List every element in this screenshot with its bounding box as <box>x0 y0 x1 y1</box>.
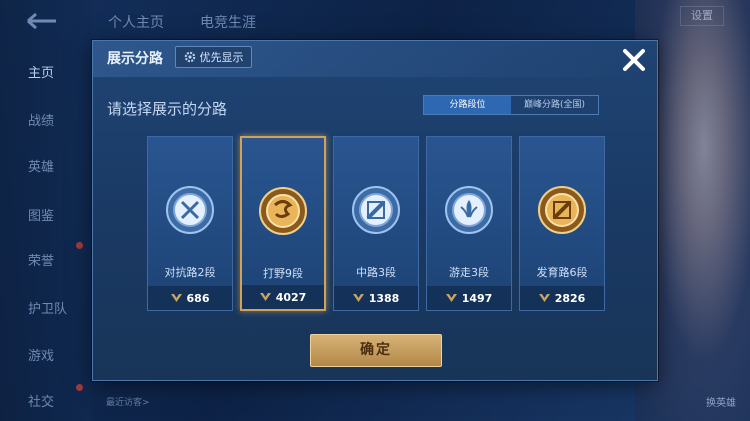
notification-dot <box>76 384 83 391</box>
toggle-lane-rank[interactable]: 分路段位 <box>424 96 511 114</box>
lane-card-farm[interactable]: 发育路6段 2826 <box>519 136 605 311</box>
lane-score: 1497 <box>461 291 493 305</box>
lane-card-roam[interactable]: 游走3段 1497 <box>426 136 512 311</box>
recent-visitors-link[interactable]: 最近访客> <box>106 395 150 408</box>
lane-card-mid[interactable]: 中路3段 1388 <box>333 136 419 311</box>
farm-lane-emblem-icon <box>538 186 586 234</box>
jungle-emblem-icon <box>259 187 307 235</box>
notification-dot <box>76 242 83 249</box>
close-icon[interactable] <box>619 45 649 75</box>
score-chevron-icon <box>352 294 364 302</box>
change-hero-button[interactable]: 换英雄 <box>706 394 736 409</box>
lane-name: 对抗路2段 <box>164 266 216 279</box>
score-chevron-icon <box>259 293 271 301</box>
lane-card-clash[interactable]: 对抗路2段 686 <box>147 136 233 311</box>
settings-button[interactable]: 设置 <box>680 6 724 26</box>
nav-item-honor[interactable]: 荣誉 <box>0 250 86 269</box>
tab-esports-career[interactable]: 电竞生涯 <box>200 12 256 32</box>
nav-item-home[interactable]: 主页 <box>0 62 86 81</box>
nav-item-records[interactable]: 战绩 <box>0 110 86 129</box>
dialog-title: 展示分路 <box>107 51 163 67</box>
score-chevron-icon <box>445 294 457 302</box>
nav-item-gallery[interactable]: 图鉴 <box>0 205 86 224</box>
score-chevron-icon <box>170 294 182 302</box>
priority-display-label: 优先显示 <box>199 51 244 64</box>
clash-lane-emblem-icon <box>166 186 214 234</box>
mid-lane-emblem-icon <box>352 186 400 234</box>
lane-score: 1388 <box>368 291 400 305</box>
lane-score-bar: 1497 <box>427 286 511 310</box>
toggle-peak-lane[interactable]: 巅峰分路(全国) <box>511 96 598 114</box>
lane-score: 4027 <box>275 290 307 304</box>
lane-name: 打野9段 <box>263 267 303 280</box>
lane-display-dialog: 展示分路 优先显示 请选择展示的分路 分路段位 巅峰分路(全国) 对抗路2段 6… <box>92 40 658 381</box>
lane-name: 中路3段 <box>356 266 396 279</box>
lane-name: 发育路6段 <box>536 266 588 279</box>
nav-item-social[interactable]: 社交 <box>0 391 86 410</box>
tab-profile[interactable]: 个人主页 <box>108 12 164 32</box>
dialog-subtitle: 请选择展示的分路 <box>107 100 228 118</box>
nav-item-heroes[interactable]: 英雄 <box>0 156 86 175</box>
lane-score-bar: 686 <box>148 286 232 310</box>
gear-icon <box>184 51 195 63</box>
lane-score-bar: 4027 <box>242 285 324 309</box>
lane-score: 686 <box>186 291 210 305</box>
back-icon[interactable] <box>22 10 62 32</box>
nav-item-guard-team[interactable]: 护卫队 <box>0 298 86 317</box>
lane-score: 2826 <box>554 291 586 305</box>
lane-name: 游走3段 <box>449 266 489 279</box>
score-chevron-icon <box>538 294 550 302</box>
lane-score-bar: 2826 <box>520 286 604 310</box>
lane-card-jungle[interactable]: 打野9段 4027 <box>240 136 326 311</box>
roam-emblem-icon <box>445 186 493 234</box>
nav-item-games[interactable]: 游戏 <box>0 345 86 364</box>
priority-display-button[interactable]: 优先显示 <box>175 46 252 68</box>
confirm-button[interactable]: 确定 <box>310 334 442 367</box>
lane-card-list: 对抗路2段 686 打野9段 4027 中路3段 1388 游走3段 1497 … <box>147 136 607 311</box>
rank-type-toggle: 分路段位 巅峰分路(全国) <box>423 95 599 115</box>
lane-score-bar: 1388 <box>334 286 418 310</box>
